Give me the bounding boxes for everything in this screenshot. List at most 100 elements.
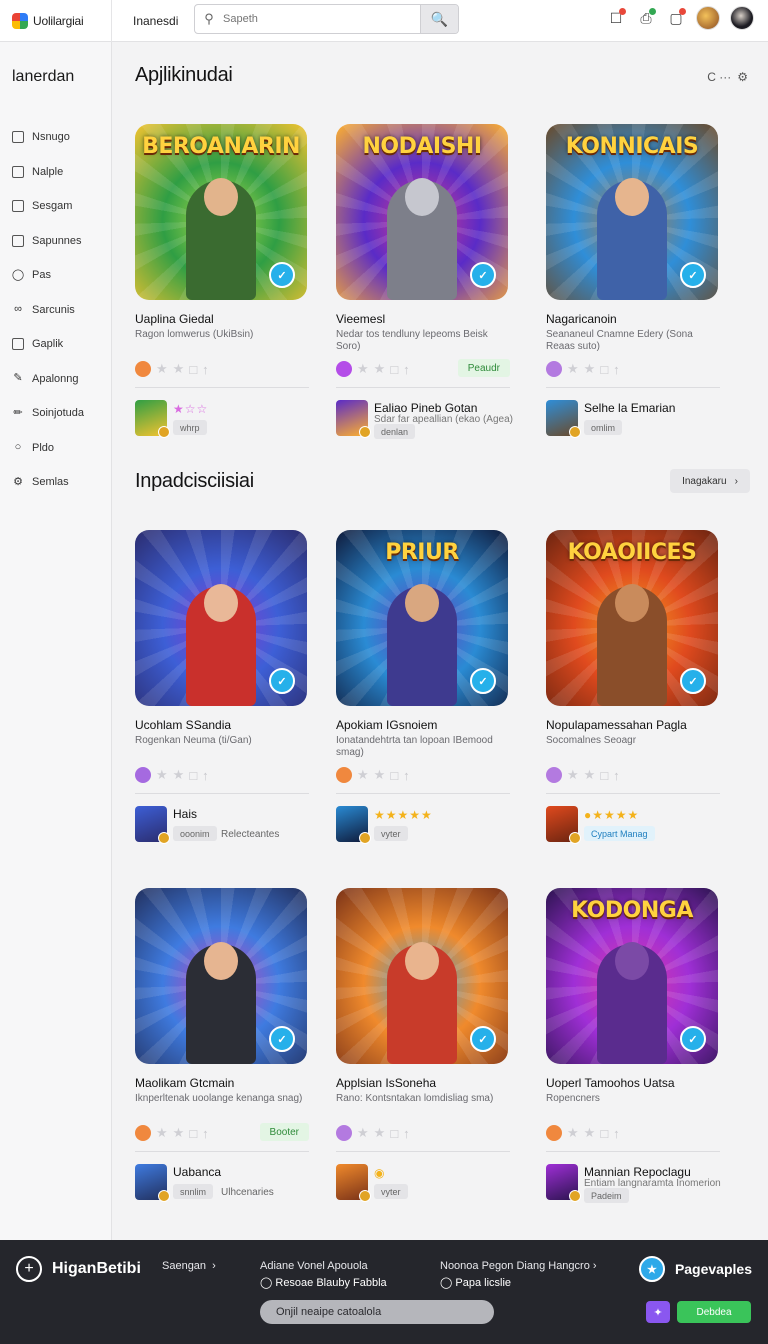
game-thumbnail[interactable]: KOAOIICES ✓ (546, 530, 718, 706)
developer-chip[interactable]: Padeim (584, 1188, 629, 1203)
game-card[interactable]: NODAISHI ✓ Vieemesl Nedar tos tendluny lepe… (336, 124, 513, 439)
settings-icon[interactable]: ⚙ (737, 70, 748, 84)
game-card[interactable]: KOAOIICES ✓ Nopulapamessahan Pagla Socomaln… (546, 530, 720, 844)
sidebar-item[interactable]: ◯ Pas (12, 258, 84, 293)
chat-icon: □ (600, 767, 609, 783)
game-name[interactable]: Vieemesl (336, 312, 510, 326)
game-thumbnail[interactable]: NODAISHI ✓ (336, 124, 508, 300)
footer-link[interactable]: Saengan › (162, 1260, 216, 1272)
game-name[interactable]: Applsian IsSoneha (336, 1076, 510, 1090)
sidebar-item[interactable]: ○ Pldo (12, 431, 84, 466)
star-icon: ★ (172, 361, 185, 376)
game-card[interactable]: ✓ Maolikam Gtcmain Iknperltenak uoolange k… (135, 888, 309, 1202)
developer-row[interactable]: Hais ooonim Relecteantes (135, 804, 309, 844)
developer-row[interactable]: ◉ vyter (336, 1162, 510, 1202)
notifications-icon[interactable]: ▢ (666, 8, 686, 28)
game-thumbnail[interactable]: BEROANARIN ✓ (135, 124, 307, 300)
sidebar-item[interactable]: Sapunnes (12, 224, 84, 259)
footer-input[interactable]: Onjil neaipe catoalola (260, 1300, 494, 1324)
developer-chip[interactable]: ooonim (173, 826, 217, 841)
game-name[interactable]: Ucohlam SSandia (135, 718, 309, 732)
developer-row[interactable]: ★☆☆ whrp (135, 398, 309, 438)
footer-sublink[interactable]: ◯ Resoae Blauby Fabbla (260, 1276, 387, 1289)
game-card[interactable]: BEROANARIN ✓ Uaplina Giedal Ragon lomwerus … (135, 124, 309, 438)
star-rating: ★★★★★ (374, 808, 433, 822)
section-sort-button[interactable]: Inagakaru › (670, 469, 750, 493)
sidebar-item-label: Pldo (32, 441, 55, 454)
character-head (615, 178, 649, 216)
sidebar-item[interactable]: Sesgam (12, 189, 84, 224)
developer-row[interactable]: ★★★★★ vyter (336, 804, 510, 844)
developer-chip[interactable]: omlim (584, 420, 622, 435)
footer-link[interactable]: Noonoa Pegon Diang Hangcro › (440, 1260, 597, 1272)
search-box[interactable]: ⚲ 🔍 (194, 4, 459, 34)
sidebar-item[interactable]: Gaplik (12, 327, 84, 362)
game-name[interactable]: Nagaricanoin (546, 312, 720, 326)
developer-name[interactable]: Ealiao Pineb Gotan (374, 401, 477, 415)
chat-icon: □ (390, 767, 399, 783)
game-card[interactable]: ✓ Applsian IsSoneha Rano: Kontsntakan lomd… (336, 888, 510, 1202)
friend-avatar[interactable] (696, 6, 720, 30)
star-icon: ★ (567, 361, 579, 376)
developer-row[interactable]: Uabanca snnlim Ulhcenaries (135, 1162, 309, 1202)
game-card[interactable]: ✓ Ucohlam SSandia Rogenkan Neuma (ti/Gan) ★… (135, 530, 309, 844)
refresh-icon[interactable]: C ··· (707, 70, 731, 84)
developer-row[interactable]: Ealiao Pineb Gotan Sdar far apeallian (ek… (336, 398, 513, 439)
sidebar-item[interactable]: ⚙ Semlas (12, 465, 84, 500)
game-thumbnail[interactable]: KODONGA ✓ (546, 888, 718, 1064)
user-avatar[interactable] (730, 6, 754, 30)
footer-link[interactable]: Adiane Vonel Apouola (260, 1260, 368, 1272)
game-name[interactable]: Nopulapamessahan Pagla (546, 718, 720, 732)
top-tab[interactable]: Inanesdi (133, 14, 178, 28)
sparkle-icon[interactable]: ✦ (646, 1301, 670, 1323)
developer-chip[interactable]: vyter (374, 1184, 408, 1199)
footer-brand[interactable]: + HiganBetibi (16, 1256, 141, 1282)
footer-sublink[interactable]: ◯ Papa licslie (440, 1276, 511, 1289)
star-icon: ★ (357, 361, 369, 376)
game-card[interactable]: KODONGA ✓ Uoperl Tamoohos Uatsa Ropencners ★… (546, 888, 721, 1203)
developer-chip[interactable]: denlan (374, 424, 416, 439)
developer-row[interactable]: Selhe la Emarian omlim (546, 398, 720, 438)
sidebar-item[interactable]: ✎ Apalonng (12, 362, 84, 397)
game-thumbnail[interactable]: PRIUR ✓ (336, 530, 508, 706)
rating-badge-icon: ✓ (680, 262, 706, 288)
developer-chip[interactable]: whrp (173, 420, 207, 435)
game-card[interactable]: PRIUR ✓ Apokiam IGsnoiem Ionatandehtrta tan… (336, 530, 510, 844)
game-thumbnail[interactable]: ✓ (135, 530, 307, 706)
sidebar-item[interactable]: ✏ Soinjotuda (12, 396, 84, 431)
developer-chip[interactable]: vyter (374, 826, 408, 841)
game-thumbnail[interactable]: KONNICAIS ✓ (546, 124, 718, 300)
developer-name[interactable]: Mannian Repoclagu (584, 1165, 691, 1179)
sidebar-item[interactable]: Nalple (12, 155, 84, 190)
game-thumbnail[interactable]: ✓ (135, 888, 307, 1064)
developer-chip[interactable]: Cypart Manag (584, 826, 655, 841)
game-name[interactable]: Uoperl Tamoohos Uatsa (546, 1076, 720, 1090)
footer-button[interactable]: Debdea (677, 1301, 751, 1323)
developer-name[interactable]: Uabanca (173, 1165, 221, 1179)
developer-chip[interactable]: snnlim (173, 1184, 214, 1199)
bag-icon[interactable]: ☐ (606, 8, 626, 28)
developer-name[interactable]: Hais (173, 807, 197, 821)
game-name[interactable]: Apokiam IGsnoiem (336, 718, 510, 732)
footer-link-label: Noonoa Pegon Diang Hangcro (440, 1260, 590, 1272)
game-name[interactable]: Uaplina Giedal (135, 312, 309, 326)
brand[interactable]: Uolilargiai (0, 0, 112, 42)
game-thumbnail[interactable]: ✓ (336, 888, 508, 1064)
footer-right[interactable]: ★ Pagevaples (638, 1256, 752, 1282)
search-button[interactable]: 🔍 (420, 5, 458, 33)
rating-row: ★ ★ □ ↑ (546, 1123, 720, 1143)
divider (135, 1151, 309, 1152)
game-name[interactable]: Maolikam Gtcmain (135, 1076, 309, 1090)
download-icon[interactable]: ⎙ (636, 8, 656, 28)
section-tools[interactable]: C ··· ⚙ (707, 70, 748, 84)
sidebar-item[interactable]: ∞ Sarcunis (12, 293, 84, 328)
search-input[interactable] (223, 5, 420, 33)
developer-row[interactable]: ●★★★★ Cypart Manag (546, 804, 720, 844)
divider (336, 793, 510, 794)
developer-row[interactable]: Mannian Repoclagu Entiam langnaramta Inom… (546, 1162, 721, 1203)
sidebar-item-label: Nalple (32, 165, 64, 178)
game-card[interactable]: KONNICAIS ✓ Nagaricanoin Seananeul Cnamne E… (546, 124, 720, 438)
developer-name[interactable]: Selhe la Emarian (584, 401, 675, 415)
sidebar-item[interactable]: Nsnugo (12, 120, 84, 155)
developer-avatar (546, 400, 581, 438)
